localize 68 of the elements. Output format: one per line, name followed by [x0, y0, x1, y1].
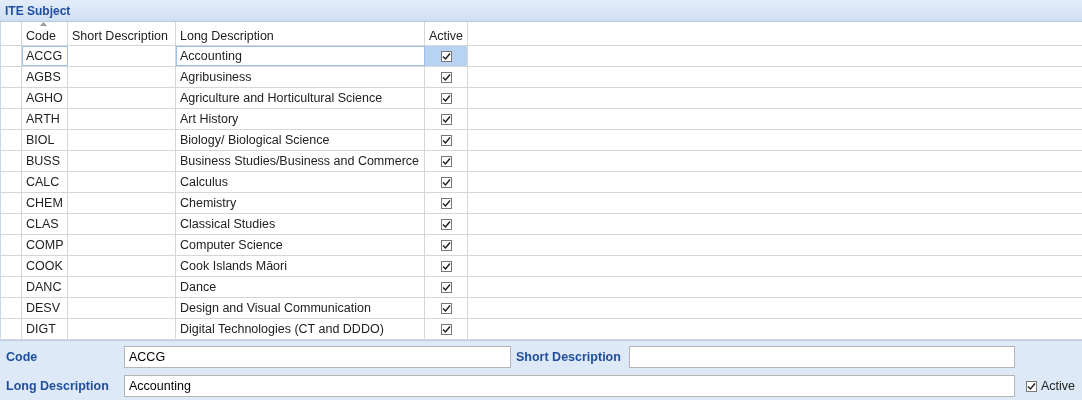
long-description-field[interactable]: Accounting	[124, 375, 1015, 397]
table-row[interactable]: ACCG Accounting	[1, 46, 1082, 67]
table-row[interactable]: CHEM Chemistry	[1, 193, 1082, 214]
checkbox[interactable]	[440, 176, 452, 188]
field-label: Short Description	[516, 350, 622, 364]
checkbox[interactable]	[440, 197, 452, 209]
table-cell: BUSS	[22, 151, 68, 171]
checkbox[interactable]	[440, 113, 452, 125]
checkbox[interactable]	[440, 302, 452, 314]
table-cell: DANC	[22, 277, 68, 297]
table-cell: COMP	[22, 235, 68, 255]
table-row[interactable]: CLAS Classical Studies	[1, 214, 1082, 235]
table-cell: Biology/ Biological Science	[176, 130, 425, 150]
checkbox[interactable]	[440, 218, 452, 230]
table-row[interactable]: COMP Computer Science	[1, 235, 1082, 256]
table-row[interactable]: DESV Design and Visual Communication	[1, 298, 1082, 319]
window-title: ITE Subject	[5, 3, 71, 18]
table-row[interactable]: AGHO Agriculture and Horticultural Science	[1, 88, 1082, 109]
table-row[interactable]: DANC Dance	[1, 277, 1082, 298]
table-cell: COOK	[22, 256, 68, 276]
table-cell: Dance	[176, 277, 425, 297]
table-cell: DIGT	[22, 319, 68, 339]
table-cell: Design and Visual Communication	[176, 298, 425, 318]
table-cell: Accounting	[176, 46, 425, 66]
checkbox[interactable]	[440, 71, 452, 83]
table-cell: Computer Science	[176, 235, 425, 255]
checkbox[interactable]	[440, 155, 452, 167]
table-row[interactable]: AGBS Agribusiness	[1, 67, 1082, 88]
short-description-field[interactable]	[629, 346, 1015, 368]
checkbox[interactable]	[440, 323, 452, 335]
checkbox[interactable]	[440, 260, 452, 272]
table-row[interactable]: ARTH Art History	[1, 109, 1082, 130]
table-cell: Business Studies/Business and Commerce	[176, 151, 425, 171]
checkbox[interactable]	[440, 134, 452, 146]
table-row[interactable]: COOK Cook Islands Māori	[1, 256, 1082, 277]
checkbox[interactable]	[440, 50, 452, 62]
column-header[interactable]: Code	[22, 22, 68, 45]
table-row[interactable]: CALC Calculus	[1, 172, 1082, 193]
table-cell: Classical Studies	[176, 214, 425, 234]
table-cell: AGHO	[22, 88, 68, 108]
table-cell: ACCG	[22, 46, 68, 66]
table-row[interactable]: BUSS Business Studies/Business and Commerce	[1, 151, 1082, 172]
table-cell: DESV	[22, 298, 68, 318]
field-label: Long Description	[6, 379, 110, 393]
table-cell: Chemistry	[176, 193, 425, 213]
table-cell: BIOL	[22, 130, 68, 150]
code-field[interactable]: ACCG	[124, 346, 511, 368]
table-cell: Calculus	[176, 172, 425, 192]
table-cell: Cook Islands Māori	[176, 256, 425, 276]
table-cell: CLAS	[22, 214, 68, 234]
checkbox[interactable]	[1026, 380, 1037, 392]
column-header[interactable]: Long Description	[176, 22, 425, 45]
table-cell: CHEM	[22, 193, 68, 213]
table-cell: Art History	[176, 109, 425, 129]
table-cell: AGBS	[22, 67, 68, 87]
checkbox[interactable]	[440, 92, 452, 104]
column-header[interactable]: Short Description	[68, 22, 176, 45]
field-label: Code	[6, 350, 39, 364]
table-cell: Agribusiness	[176, 67, 425, 87]
checkbox[interactable]	[440, 239, 452, 251]
checkbox[interactable]	[440, 281, 452, 293]
checkbox-label: Active	[1041, 379, 1076, 393]
table-cell: Digital Technologies (CT and DDDO)	[176, 319, 425, 339]
table-cell: ARTH	[22, 109, 68, 129]
table-cell: CALC	[22, 172, 68, 192]
table-row[interactable]: BIOL Biology/ Biological Science	[1, 130, 1082, 151]
table-cell: Agriculture and Horticultural Science	[176, 88, 425, 108]
column-header[interactable]: Active	[425, 22, 468, 45]
